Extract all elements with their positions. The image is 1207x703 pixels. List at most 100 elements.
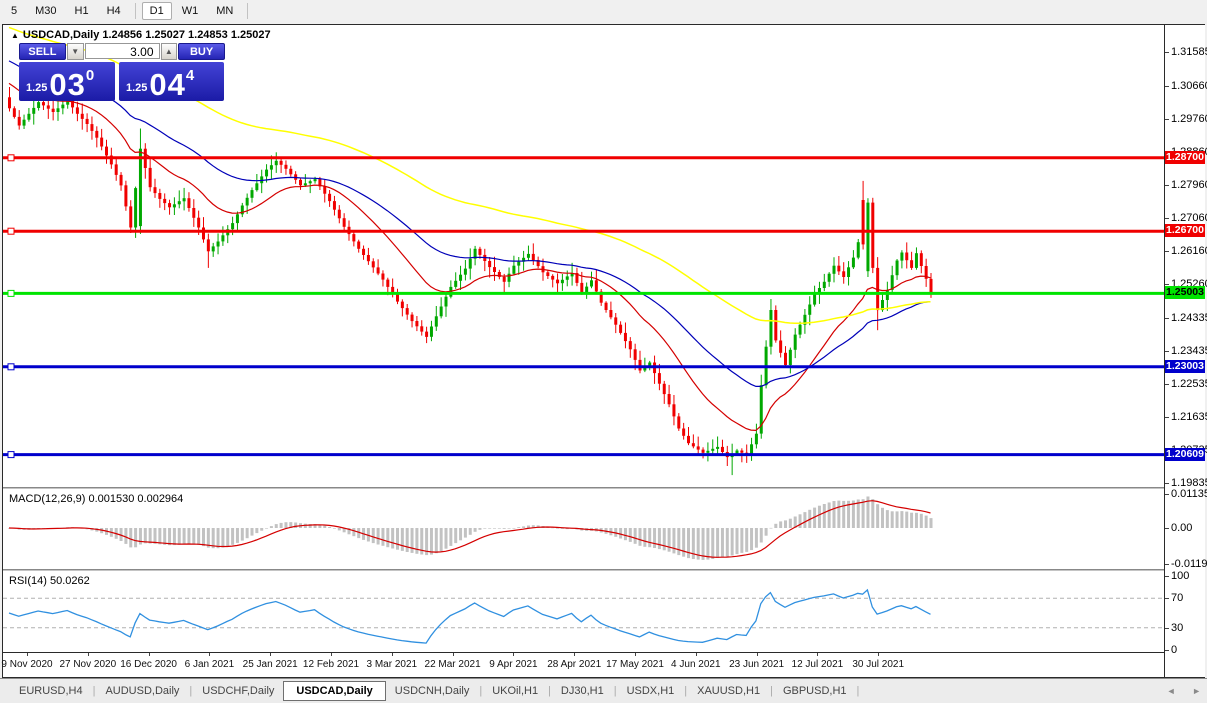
date-label: 23 Jun 2021 (729, 659, 785, 670)
volume-input[interactable] (84, 43, 160, 59)
date-label: 22 Mar 2021 (424, 659, 481, 670)
date-label: 30 Jul 2021 (852, 659, 905, 670)
date-label: 16 Dec 2020 (120, 659, 177, 670)
axis-tick (1165, 650, 1169, 651)
date-label: 4 Jun 2021 (671, 659, 721, 670)
price-tick: 1.30660 (1171, 80, 1207, 92)
axis-tick (1165, 218, 1169, 219)
arrow-up-icon: ▲ (164, 47, 173, 56)
macd-indicator-label: MACD(12,26,9) 0.001530 0.002964 (9, 493, 184, 505)
axis-tick (1165, 483, 1169, 484)
timeframe-m30[interactable]: M30 (27, 2, 64, 20)
level-price-label: 1.23003 (1165, 360, 1205, 373)
date-label: 6 Jan 2021 (184, 659, 235, 670)
price-tick: 1.31585 (1171, 46, 1207, 58)
chart-window: 9 Nov 2020 27 Nov 2020 16 Dec 2020 6 Jan 20… (1, 24, 1207, 678)
axis-tick (1165, 384, 1169, 385)
sell-button[interactable]: SELL (19, 43, 66, 60)
date-tick (878, 653, 880, 656)
axis-tick (1165, 86, 1169, 87)
date-tick (209, 653, 211, 656)
volume-increase-button[interactable]: ▲ (160, 43, 178, 60)
date-label: 12 Feb 2021 (302, 659, 360, 670)
price-tick: 1.26160 (1171, 245, 1207, 257)
arrow-down-icon: ▼ (71, 47, 80, 56)
macd-tick: 0.00 (1171, 522, 1193, 534)
price-tick: 1.22535 (1171, 378, 1207, 390)
macd-tick: -0.01190 (1171, 558, 1207, 570)
axis-tick (1165, 564, 1169, 565)
price-axis: 1.315851.306601.297601.288601.279601.270… (1164, 25, 1207, 677)
date-tick (331, 653, 332, 656)
sell-price-pip: 0 (85, 67, 95, 84)
chart-title-text: USDCAD,Daily 1.24856 1.25027 1.24853 1.2… (22, 29, 271, 41)
rsi-tick: 100 (1171, 570, 1190, 582)
price-tick: 1.29760 (1171, 113, 1207, 125)
rsi-tick: 30 (1171, 622, 1184, 634)
tab-ukoil-h1[interactable]: UKOil,H1 (483, 681, 547, 701)
price-tick: 1.21635 (1171, 411, 1207, 423)
level-price-label: 1.26700 (1165, 224, 1205, 237)
macd-tick: 0.01135 (1171, 488, 1207, 500)
timeframe-mn[interactable]: MN (208, 2, 241, 20)
chart-title: ▲ USDCAD,Daily 1.24856 1.25027 1.24853 1.… (11, 29, 271, 41)
volume-decrease-button[interactable]: ▼ (66, 43, 84, 60)
timeframe-d1[interactable]: D1 (141, 2, 172, 20)
one-click-trading-panel: SELL ▼ ▲ BUY 1.25 03 0 1.25 04 4 (19, 43, 225, 101)
date-tick (574, 653, 576, 656)
toolbar-separator (134, 3, 136, 19)
axis-tick (1165, 576, 1169, 577)
level-price-label: 1.28700 (1165, 151, 1205, 164)
symbol-tab-bar: EURUSD,H4 | AUDUSD,Daily | USDCHF,Daily USDCA… (0, 678, 1207, 703)
axis-tick (1165, 351, 1169, 352)
date-label: 12 Jul 2021 (791, 659, 844, 670)
tab-separator: | (856, 685, 860, 697)
tab-xauusd-h1[interactable]: XAUUSD,H1 (688, 681, 769, 701)
date-label: 9 Apr 2021 (489, 659, 538, 670)
date-label: 17 May 2021 (606, 659, 664, 670)
date-tick (391, 653, 393, 656)
date-tick (817, 653, 819, 656)
date-tick (695, 653, 697, 656)
timeframe-toolbar: 5 M30 H1 H4 D1 W1 MN (0, 0, 1207, 22)
axis-tick (1165, 528, 1169, 529)
tab-scroll-arrows: ◄ ► (1153, 686, 1201, 696)
price-tick: 1.27960 (1171, 179, 1207, 191)
buy-price-display[interactable]: 1.25 04 4 (119, 62, 224, 101)
date-axis: 9 Nov 2020 27 Nov 2020 16 Dec 2020 6 Jan 20… (1, 653, 1164, 677)
collapse-arrow-icon[interactable]: ▲ (11, 31, 19, 40)
tab-usdcnh-daily[interactable]: USDCNH,Daily (386, 681, 479, 701)
tab-scroll-right-icon[interactable]: ► (1192, 686, 1201, 696)
price-tick: 1.23435 (1171, 345, 1207, 357)
axis-tick (1165, 598, 1169, 599)
date-label: 3 Mar 2021 (366, 659, 418, 670)
tab-dj30-h1[interactable]: DJ30,H1 (552, 681, 613, 701)
tab-usdx-h1[interactable]: USDX,H1 (618, 681, 684, 701)
tab-gbpusd-h1[interactable]: GBPUSD,H1 (774, 681, 856, 701)
tab-usdchf-daily[interactable]: USDCHF,Daily (193, 681, 283, 701)
axis-tick (1165, 185, 1169, 186)
tab-eurusd-h4[interactable]: EURUSD,H4 (10, 681, 92, 701)
timeframe-h4[interactable]: H4 (99, 2, 129, 20)
date-tick (635, 653, 636, 656)
timeframe-h1[interactable]: H1 (67, 2, 97, 20)
sell-price-prefix: 1.25 (26, 82, 48, 94)
price-tick: 1.27060 (1171, 212, 1207, 224)
tab-scroll-left-icon[interactable]: ◄ (1167, 686, 1176, 696)
tab-usdcad-daily[interactable]: USDCAD,Daily (283, 681, 386, 701)
sell-price-display[interactable]: 1.25 03 0 (19, 62, 115, 101)
date-label: 27 Nov 2020 (59, 659, 117, 670)
buy-button[interactable]: BUY (178, 43, 225, 60)
rsi-panel[interactable] (3, 571, 1164, 652)
rsi-tick: 70 (1171, 592, 1184, 604)
tab-audusd-daily[interactable]: AUDUSD,Daily (96, 681, 188, 701)
date-tick (270, 653, 272, 656)
date-tick (452, 653, 454, 656)
timeframe-w1[interactable]: W1 (174, 2, 207, 20)
axis-tick (1165, 251, 1169, 252)
level-price-label: 1.25003 (1165, 286, 1205, 299)
rsi-indicator-label: RSI(14) 50.0262 (9, 575, 90, 587)
toolbar-separator (247, 3, 249, 19)
timeframe-5[interactable]: 5 (3, 2, 25, 20)
axis-tick (1165, 284, 1169, 285)
